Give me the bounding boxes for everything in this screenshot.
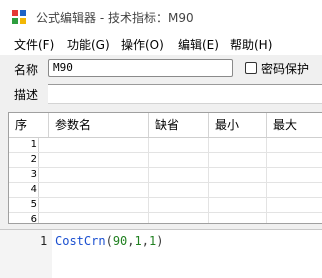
column-divider <box>208 183 209 197</box>
column-header-min[interactable]: 最小 <box>209 113 267 137</box>
column-header-index[interactable]: 序 <box>9 113 49 137</box>
table-row[interactable]: 5 <box>9 198 322 213</box>
row-number: 5 <box>9 198 39 212</box>
column-divider <box>148 198 149 212</box>
column-divider <box>266 153 267 167</box>
table-header: 序 参数名 缺省 最小 最大 <box>9 113 322 138</box>
menu-bar: 文件(F) 功能(G) 操作(O) 编辑(E) 帮助(H) <box>0 33 322 55</box>
column-divider <box>208 153 209 167</box>
column-divider <box>148 213 149 223</box>
menu-edit[interactable]: 编辑(E) <box>178 36 219 53</box>
window-title: 公式编辑器 - 技术指标：M90 <box>36 11 194 25</box>
row-number: 6 <box>9 213 39 223</box>
code-token-punc: ( <box>105 234 113 248</box>
column-divider <box>266 138 267 152</box>
table-row[interactable]: 6 <box>9 213 322 223</box>
column-header-param-name[interactable]: 参数名 <box>49 113 149 137</box>
menu-file[interactable]: 文件(F) <box>14 36 54 53</box>
line-gutter: 1 <box>0 230 52 278</box>
password-checkbox[interactable] <box>245 62 257 74</box>
menu-help[interactable]: 帮助(H) <box>230 36 272 53</box>
code-token-punc: , <box>127 234 135 248</box>
app-logo-icon <box>12 10 26 24</box>
table-row[interactable]: 4 <box>9 183 322 198</box>
column-divider <box>208 213 209 223</box>
column-divider <box>266 213 267 223</box>
table-row[interactable]: 3 <box>9 168 322 183</box>
menu-operation[interactable]: 操作(O) <box>121 36 164 53</box>
description-field[interactable] <box>48 84 322 104</box>
column-header-default[interactable]: 缺省 <box>149 113 209 137</box>
row-number: 3 <box>9 168 39 182</box>
formula-editor[interactable]: 1 CostCrn(90,1,1) <box>0 229 322 278</box>
column-divider <box>208 168 209 182</box>
code-token-num: 90 <box>112 234 128 248</box>
row-number: 2 <box>9 153 39 167</box>
column-header-max[interactable]: 最大 <box>267 113 322 137</box>
row-number: 1 <box>9 138 39 152</box>
code-token-punc: ) <box>156 234 164 248</box>
table-row[interactable]: 1 <box>9 138 322 153</box>
password-checkbox-label[interactable]: 密码保护 <box>261 60 309 77</box>
column-divider <box>266 168 267 182</box>
title-bar: 公式编辑器 - 技术指标：M90 <box>0 0 322 33</box>
code-line[interactable]: CostCrn(90,1,1) <box>55 234 163 248</box>
column-divider <box>208 138 209 152</box>
description-label: 描述 <box>14 88 39 102</box>
name-label: 名称 <box>14 63 39 77</box>
code-token-num: 1 <box>134 234 142 248</box>
column-divider <box>148 153 149 167</box>
menu-function[interactable]: 功能(G) <box>67 36 110 53</box>
column-divider <box>208 198 209 212</box>
name-field[interactable]: M90 <box>48 59 233 77</box>
column-divider <box>266 183 267 197</box>
column-divider <box>148 168 149 182</box>
column-divider <box>266 198 267 212</box>
table-row[interactable]: 2 <box>9 153 322 168</box>
line-number: 1 <box>40 234 48 248</box>
column-divider <box>148 138 149 152</box>
row-number: 4 <box>9 183 39 197</box>
code-token-punc: , <box>141 234 149 248</box>
column-divider <box>148 183 149 197</box>
code-token-fn: CostCrn <box>55 234 106 248</box>
parameter-table: 序 参数名 缺省 最小 最大 123456 <box>8 112 322 224</box>
